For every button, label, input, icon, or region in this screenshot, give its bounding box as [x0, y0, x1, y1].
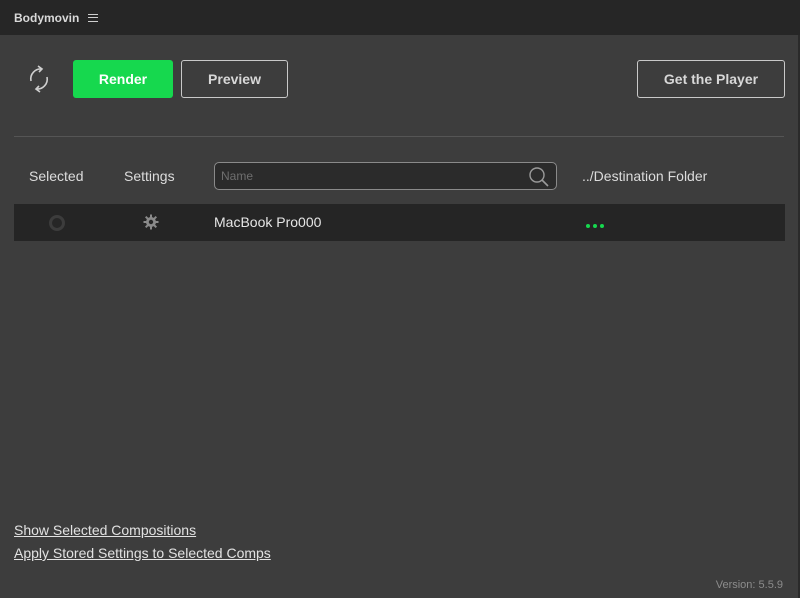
destination-column-header: ../Destination Folder [582, 168, 708, 184]
select-radio[interactable] [49, 215, 65, 231]
render-button[interactable]: Render [73, 60, 173, 98]
preview-button[interactable]: Preview [181, 60, 288, 98]
panel-titlebar: Bodymovin [0, 0, 800, 35]
apply-stored-settings-link[interactable]: Apply Stored Settings to Selected Comps [14, 545, 271, 561]
selected-column-header: Selected [29, 168, 84, 184]
composition-name: MacBook Pro000 [214, 214, 322, 230]
search-icon[interactable] [528, 166, 550, 188]
refresh-icon[interactable] [24, 63, 54, 95]
version-label: Version: 5.5.9 [715, 579, 783, 591]
hamburger-icon[interactable] [88, 13, 99, 22]
settings-column-header: Settings [124, 168, 175, 184]
bodymovin-panel: Bodymovin Render Preview Get the Player … [0, 0, 800, 598]
toolbar-divider [14, 136, 784, 137]
show-selected-compositions-link[interactable]: Show Selected Compositions [14, 522, 196, 538]
composition-row[interactable]: MacBook Pro000 [14, 204, 785, 241]
panel-title: Bodymovin [14, 10, 80, 25]
gear-icon[interactable] [143, 214, 159, 230]
get-the-player-button[interactable]: Get the Player [637, 60, 785, 98]
more-dots-icon[interactable] [586, 224, 604, 228]
name-search-input[interactable] [215, 163, 521, 189]
name-search-box [214, 162, 557, 190]
